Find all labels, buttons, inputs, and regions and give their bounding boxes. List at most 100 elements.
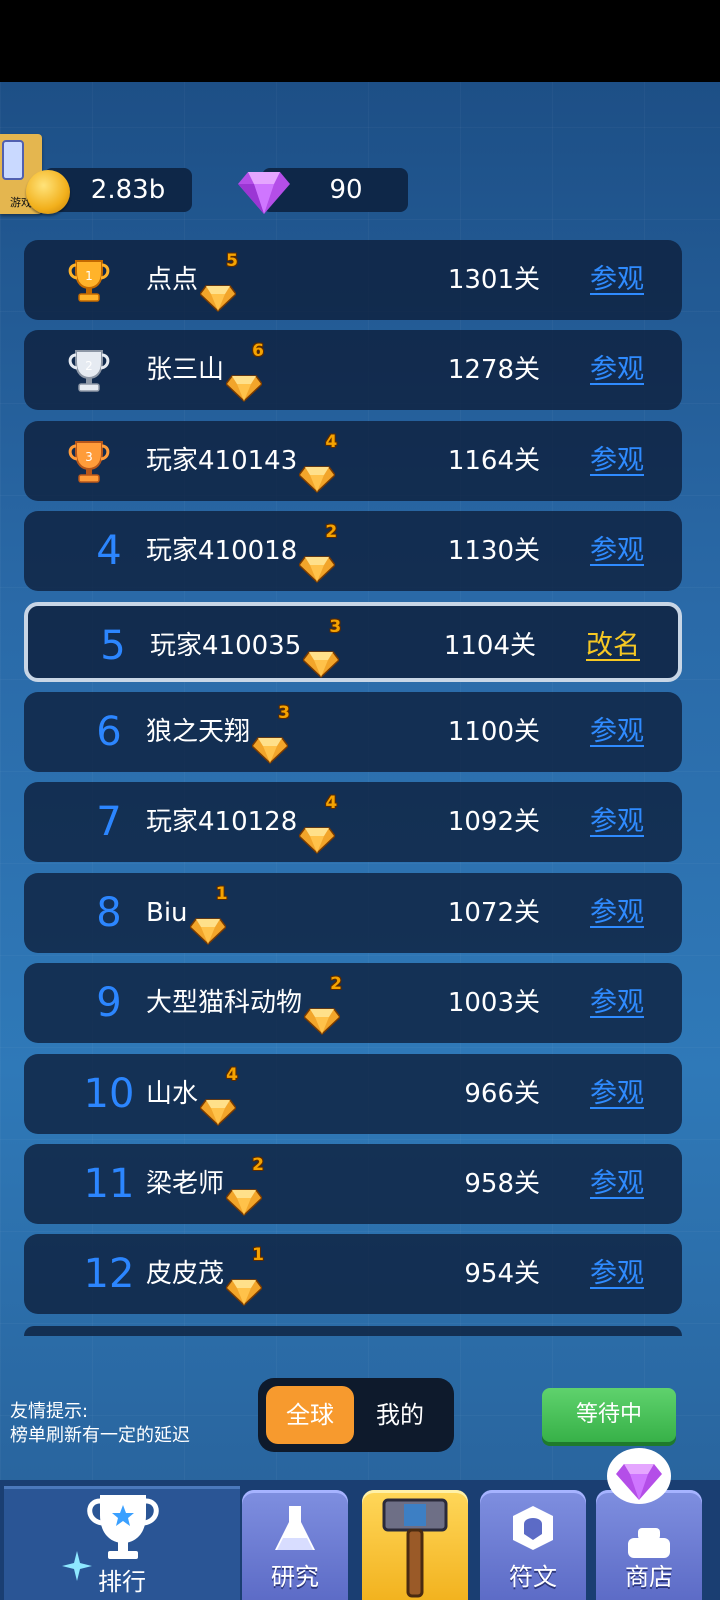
player-name: 张三山 6 xyxy=(146,330,264,410)
leaderboard-row: 4 玩家410018 2 1130关 参观 xyxy=(24,511,682,591)
trophy-rank-icon: 1 xyxy=(68,260,110,302)
level-count: 1072关 xyxy=(447,898,540,928)
player-name: 大型猫科动物 2 xyxy=(146,963,342,1043)
svg-text:3: 3 xyxy=(85,450,93,464)
vip-diamond-icon: 2 xyxy=(298,522,337,584)
player-name: 玩家410035 3 xyxy=(150,606,341,686)
leaderboard-row: 12 皮皮茂 1 954关 参观 xyxy=(24,1234,682,1314)
level-count: 1130关 xyxy=(447,536,540,566)
player-name-text: 梁老师 xyxy=(146,1169,225,1199)
player-name-text: 玩家410018 xyxy=(146,536,298,566)
vip-level: 4 xyxy=(325,432,338,452)
level-count: 1278关 xyxy=(447,355,540,385)
nav-rank-label: 排行 xyxy=(98,1568,146,1596)
vip-diamond-icon: 2 xyxy=(225,1155,264,1217)
gem-value: 90 xyxy=(329,175,363,205)
vip-level: 4 xyxy=(226,1065,239,1085)
rank-number: 9 xyxy=(96,980,122,1026)
gem-icon xyxy=(238,172,290,214)
leaderboard-row-peek xyxy=(24,1326,682,1336)
visit-link[interactable]: 参观 xyxy=(590,782,644,862)
level-count: 966关 xyxy=(464,1079,540,1109)
coin-icon xyxy=(26,170,70,214)
nav-research[interactable]: 研究 xyxy=(242,1490,348,1600)
waiting-button[interactable]: 等待中 xyxy=(542,1388,676,1442)
vip-level: 1 xyxy=(215,884,228,904)
visit-link[interactable]: 参观 xyxy=(590,1054,644,1134)
vip-level: 2 xyxy=(330,974,343,994)
shop-gem-bubble-icon[interactable] xyxy=(606,1446,672,1508)
player-name: 玩家410018 2 xyxy=(146,511,337,591)
level-count: 1164关 xyxy=(447,446,540,476)
leaderboard-row: 5 玩家410035 3 1104关 改名 xyxy=(24,602,682,682)
rank-number: 8 xyxy=(96,890,122,936)
leaderboard-row: 6 狼之天翔 3 1100关 参观 xyxy=(24,692,682,772)
nav-runes-label: 符文 xyxy=(509,1563,557,1591)
vip-diamond-icon: 6 xyxy=(225,341,264,403)
leaderboard-row: 10 山水 4 966关 参观 xyxy=(24,1054,682,1134)
vip-diamond-icon: 3 xyxy=(251,703,290,765)
rank-number: 6 xyxy=(96,709,122,755)
leaderboard-row: 7 玩家410128 4 1092关 参观 xyxy=(24,782,682,862)
visit-link[interactable]: 参观 xyxy=(590,692,644,772)
rank-number: 12 xyxy=(83,1251,135,1297)
rank-number: 7 xyxy=(96,799,122,845)
rename-link[interactable]: 改名 xyxy=(586,606,640,686)
nav-runes[interactable]: 符文 xyxy=(480,1490,586,1600)
vip-level: 2 xyxy=(325,522,338,542)
vip-diamond-icon: 5 xyxy=(199,251,238,313)
level-count: 958关 xyxy=(464,1169,540,1199)
svg-text:2: 2 xyxy=(85,359,93,373)
vip-diamond-icon: 3 xyxy=(302,617,341,679)
tip-body: 榜单刷新有一定的延迟 xyxy=(10,1425,190,1446)
vip-level: 1 xyxy=(252,1245,265,1265)
leaderboard-row: 1 点点 5 1301关 参观 xyxy=(24,240,682,320)
nav-shop-label: 商店 xyxy=(625,1563,673,1591)
shop-icon xyxy=(628,1528,670,1558)
level-count: 1100关 xyxy=(447,717,540,747)
hammer-icon xyxy=(382,1498,448,1598)
rank-number: 5 xyxy=(100,623,126,669)
player-name-text: 山水 xyxy=(146,1079,199,1109)
visit-link[interactable]: 参观 xyxy=(590,240,644,320)
rank-number: 10 xyxy=(83,1071,135,1117)
refresh-tip: 友情提示: 榜单刷新有一定的延迟 xyxy=(10,1400,190,1448)
leaderboard-row: 11 梁老师 2 958关 参观 xyxy=(24,1144,682,1224)
vip-diamond-icon: 4 xyxy=(298,432,337,494)
vip-level: 3 xyxy=(329,617,342,637)
player-name: 玩家410128 4 xyxy=(146,782,337,862)
scope-global-tab[interactable]: 全球 xyxy=(266,1386,354,1444)
level-count: 1104关 xyxy=(443,631,536,661)
player-name: 皮皮茂 1 xyxy=(146,1234,264,1314)
vip-diamond-icon: 1 xyxy=(225,1245,264,1307)
level-count: 1092关 xyxy=(447,807,540,837)
level-count: 1301关 xyxy=(447,265,540,295)
player-name-text: 玩家410143 xyxy=(146,446,298,476)
vip-diamond-icon: 2 xyxy=(303,974,342,1036)
game-screen: 游戏 2.83b 90 1 点点 5 1301关 参观 2 张三山 6 1278… xyxy=(0,82,720,1600)
flask-icon xyxy=(275,1506,315,1550)
trophy-rank-icon: 2 xyxy=(68,350,110,392)
nav-research-label: 研究 xyxy=(271,1563,319,1591)
visit-link[interactable]: 参观 xyxy=(590,873,644,953)
visit-link[interactable]: 参观 xyxy=(590,511,644,591)
visit-link[interactable]: 参观 xyxy=(590,421,644,501)
player-name-text: Biu xyxy=(146,898,188,928)
visit-link[interactable]: 参观 xyxy=(590,330,644,410)
player-name: 点点 5 xyxy=(146,240,238,320)
visit-link[interactable]: 参观 xyxy=(590,1234,644,1314)
player-name-text: 皮皮茂 xyxy=(146,1259,225,1289)
scope-toggle: 全球 我的 xyxy=(258,1378,454,1452)
coin-value: 2.83b xyxy=(90,175,166,205)
visit-link[interactable]: 参观 xyxy=(590,963,644,1043)
nav-rank[interactable]: 排行 xyxy=(4,1486,240,1600)
player-name: Biu 1 xyxy=(146,873,228,953)
scope-mine-tab[interactable]: 我的 xyxy=(356,1386,444,1444)
player-name: 玩家410143 4 xyxy=(146,421,337,501)
visit-link[interactable]: 参观 xyxy=(590,1144,644,1224)
player-name: 山水 4 xyxy=(146,1054,238,1134)
vip-level: 6 xyxy=(252,341,265,361)
nav-forge[interactable] xyxy=(362,1490,468,1600)
phone-icon xyxy=(2,140,24,180)
vip-diamond-icon: 4 xyxy=(199,1065,238,1127)
